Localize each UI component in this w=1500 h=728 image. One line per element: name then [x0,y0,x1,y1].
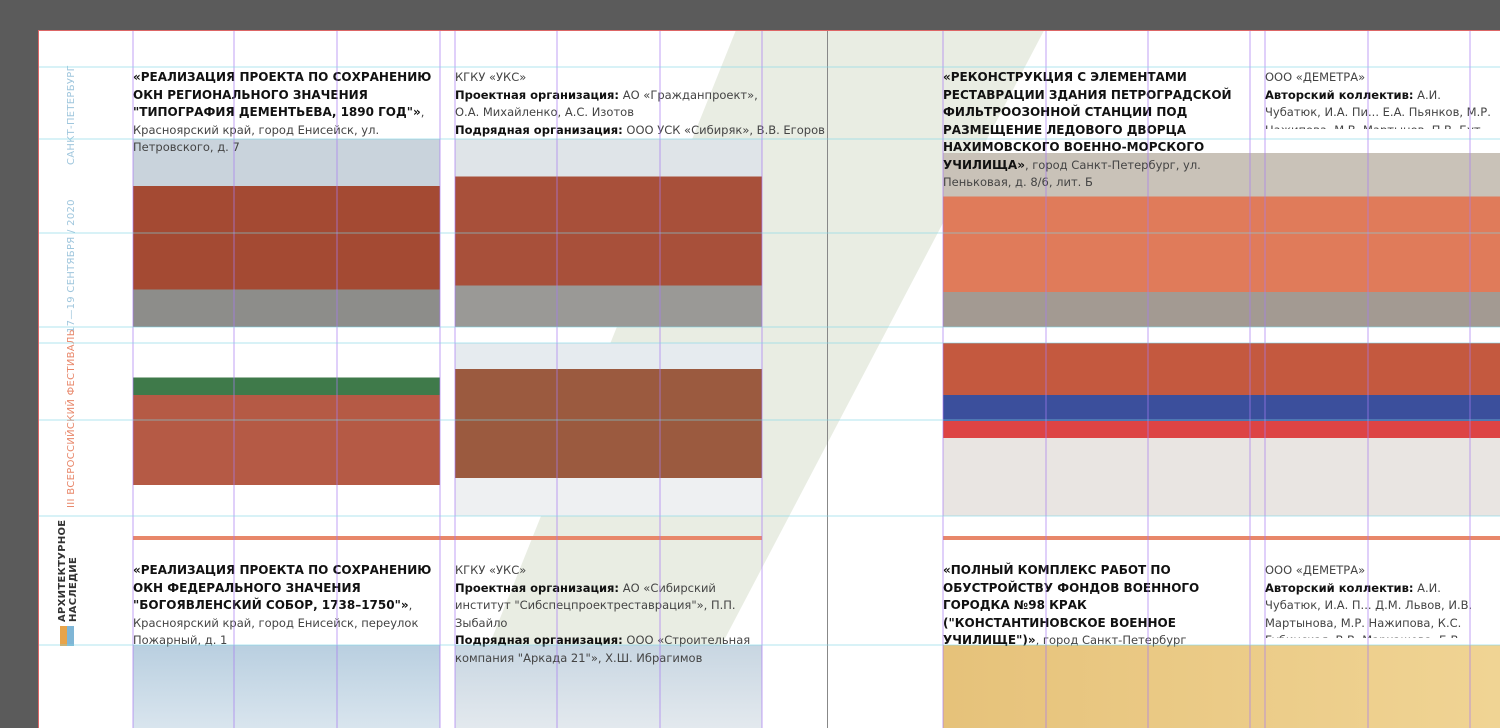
section-divider [943,536,1500,540]
sidebar-festival: III ВСЕРОССИЙСКИЙ ФЕСТИВАЛЬ [66,329,77,508]
project-title-block[interactable]: «РЕАЛИЗАЦИЯ ПРОЕКТА ПО СОХРАНЕНИЮ ОКН ФЕ… [133,562,438,650]
drawing-typography-facade[interactable] [133,343,440,516]
project-credits-block[interactable]: ООО «ДЕМЕТРА» Авторский коллектив: А.И. … [1265,69,1500,129]
sidebar-dates: 17—19 СЕНТЯБРЯ / 2020 [66,199,77,333]
logo-text: АРХИТЕКТУРНОЕ НАСЛЕДИЕ [57,519,79,622]
photo-typography-building-2[interactable] [455,139,762,327]
photo-typography-winter[interactable] [455,343,762,516]
project-title-block[interactable]: «ПОЛНЫЙ КОМПЛЕКС РАБОТ ПО ОБУСТРОЙСТВУ Ф… [943,562,1248,650]
photo-ice-palace-interior[interactable] [943,343,1500,516]
project-credits-block[interactable]: КГКУ «УКС» Проектная организация: АО «Си… [455,562,765,667]
project-credits-block[interactable]: ООО «ДЕМЕТРА» Авторский коллектив: А.И. … [1265,562,1500,638]
photo-military-school[interactable] [943,645,1500,728]
project-title-block[interactable]: «РЕКОНСТРУКЦИЯ С ЭЛЕМЕНТАМИ РЕСТАВРАЦИИ … [943,69,1261,192]
project-credits-block[interactable]: КГКУ «УКС» Проектная организация: АО «Гр… [455,69,825,139]
logo-icon [60,626,74,646]
sidebar-city: САНКТ-ПЕТЕРБУРГ [66,64,77,165]
spread-fold-line [827,30,828,728]
project-title-block[interactable]: «РЕАЛИЗАЦИЯ ПРОЕКТА ПО СОХРАНЕНИЮ ОКН РЕ… [133,69,443,157]
section-divider [133,536,762,540]
photo-cathedral[interactable] [133,645,440,728]
photo-typography-building-1[interactable] [133,139,440,327]
